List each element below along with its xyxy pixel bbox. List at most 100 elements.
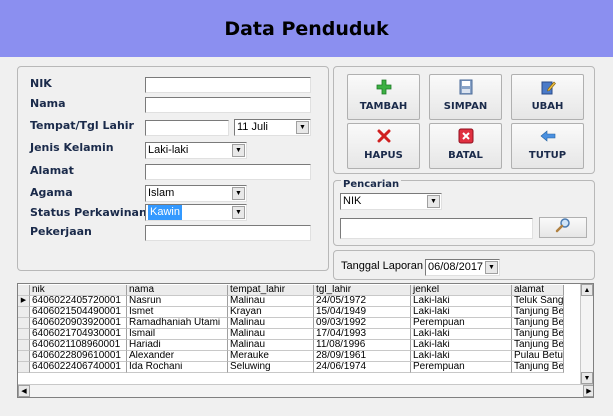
table-cell[interactable]: 15/04/1949 bbox=[314, 307, 411, 318]
table-row[interactable]: 6406021704930001 Ismail Malinau 17/04/1993 L… bbox=[18, 329, 564, 340]
alamat-input[interactable] bbox=[145, 164, 311, 180]
table-cell[interactable]: Laki-laki bbox=[411, 351, 512, 362]
table-cell[interactable]: Perempuan bbox=[411, 362, 512, 373]
jenkel-value: Laki-laki bbox=[148, 144, 189, 156]
table-cell[interactable]: Pulau Betu bbox=[512, 351, 564, 362]
table-cell[interactable]: Laki-laki bbox=[411, 329, 512, 340]
table-cell[interactable]: Laki-laki bbox=[411, 340, 512, 351]
scroll-down-icon[interactable]: ▼ bbox=[581, 372, 593, 384]
table-cell[interactable]: Malinau bbox=[228, 340, 314, 351]
column-header[interactable]: jenkel bbox=[411, 285, 512, 296]
chevron-down-icon[interactable]: ▼ bbox=[296, 121, 309, 134]
form-panel: NIK Nama Tempat/Tgl Lahir 11 Juli ▼ Jeni… bbox=[17, 66, 329, 271]
table-cell[interactable]: 28/09/1961 bbox=[314, 351, 411, 362]
tambah-button[interactable]: TAMBAH bbox=[347, 74, 420, 120]
table-cell[interactable]: 24/05/1972 bbox=[314, 296, 411, 307]
table-cell[interactable]: Perempuan bbox=[411, 318, 512, 329]
chevron-down-icon[interactable]: ▼ bbox=[485, 261, 498, 274]
row-indicator[interactable] bbox=[18, 318, 30, 329]
table-row[interactable]: 6406022809610001 Alexander Merauke 28/09/19… bbox=[18, 351, 564, 362]
table-cell[interactable]: Laki-laki bbox=[411, 296, 512, 307]
table-cell[interactable]: Ismet bbox=[127, 307, 228, 318]
table-cell[interactable]: 6406022406740001 bbox=[30, 362, 127, 373]
table-cell[interactable]: Tanjung Be bbox=[512, 329, 564, 340]
table-row[interactable]: 6406022406740001 Ida Rochani Seluwing 24/06… bbox=[18, 362, 564, 373]
table-cell[interactable]: 24/06/1974 bbox=[314, 362, 411, 373]
table-row[interactable]: 6406021108960001 Hariadi Malinau 11/08/1996… bbox=[18, 340, 564, 351]
page-title: Data Penduduk bbox=[224, 17, 389, 40]
table-row[interactable]: 6406020903920001 Ramadhaniah Utami Malinau… bbox=[18, 318, 564, 329]
nama-input[interactable] bbox=[145, 97, 311, 113]
current-row-arrow-icon[interactable]: ▶ bbox=[18, 296, 30, 307]
report-date-picker[interactable]: 06/08/2017 ▼ bbox=[425, 259, 500, 276]
hapus-button[interactable]: HAPUS bbox=[347, 123, 420, 169]
table-cell[interactable]: Alexander bbox=[127, 351, 228, 362]
column-header[interactable]: tempat_lahir bbox=[228, 285, 314, 296]
jenkel-select[interactable]: Laki-laki ▼ bbox=[145, 142, 247, 159]
table-cell[interactable]: 6406020903920001 bbox=[30, 318, 127, 329]
nik-input[interactable] bbox=[145, 77, 311, 93]
chevron-down-icon[interactable]: ▼ bbox=[427, 195, 440, 208]
tempat-lahir-input[interactable] bbox=[145, 120, 229, 136]
table-cell[interactable]: 6406022809610001 bbox=[30, 351, 127, 362]
vertical-scrollbar[interactable]: ▲ ▼ bbox=[580, 284, 593, 384]
search-button[interactable] bbox=[539, 217, 587, 238]
agama-value: Islam bbox=[148, 187, 175, 199]
table-cell[interactable]: Tanjung Be bbox=[512, 307, 564, 318]
row-indicator[interactable] bbox=[18, 340, 30, 351]
simpan-button[interactable]: SIMPAN bbox=[429, 74, 502, 120]
column-header[interactable]: nama bbox=[127, 285, 228, 296]
pekerjaan-input[interactable] bbox=[145, 225, 311, 241]
chevron-down-icon[interactable]: ▼ bbox=[232, 206, 245, 219]
column-header[interactable]: tgl_lahir bbox=[314, 285, 411, 296]
scroll-left-icon[interactable]: ◀ bbox=[18, 385, 30, 397]
table-cell[interactable]: Merauke bbox=[228, 351, 314, 362]
row-indicator[interactable] bbox=[18, 307, 30, 318]
table-cell[interactable]: 17/04/1993 bbox=[314, 329, 411, 340]
search-input[interactable] bbox=[340, 218, 533, 239]
table-cell[interactable]: 6406021108960001 bbox=[30, 340, 127, 351]
table-cell[interactable]: 09/03/1992 bbox=[314, 318, 411, 329]
table-cell[interactable]: 6406021504490001 bbox=[30, 307, 127, 318]
table-cell[interactable]: 6406021704930001 bbox=[30, 329, 127, 340]
scroll-up-icon[interactable]: ▲ bbox=[581, 284, 593, 296]
column-header[interactable]: alamat bbox=[512, 285, 564, 296]
table-cell[interactable]: Tanjung Be bbox=[512, 362, 564, 373]
table-cell[interactable]: Ismail bbox=[127, 329, 228, 340]
search-field-value: NIK bbox=[343, 195, 362, 207]
column-header[interactable]: nik bbox=[30, 285, 127, 296]
tgl-lahir-picker[interactable]: 11 Juli ▼ bbox=[234, 119, 311, 136]
table-cell[interactable]: Hariadi bbox=[127, 340, 228, 351]
table-cell[interactable]: Laki-laki bbox=[411, 307, 512, 318]
agama-select[interactable]: Islam ▼ bbox=[145, 185, 247, 202]
table-cell[interactable]: Seluwing bbox=[228, 362, 314, 373]
chevron-down-icon[interactable]: ▼ bbox=[232, 187, 245, 200]
table-row[interactable]: ▶ 6406022405720001 Nasrun Malinau 24/05/1972… bbox=[18, 296, 564, 307]
ubah-button[interactable]: UBAH bbox=[511, 74, 584, 120]
status-select[interactable]: Kawin ▼ bbox=[145, 204, 247, 221]
table-cell[interactable]: Krayan bbox=[228, 307, 314, 318]
table-cell[interactable]: Malinau bbox=[228, 318, 314, 329]
table-cell[interactable]: Tanjung Be bbox=[512, 340, 564, 351]
scroll-right-icon[interactable]: ▶ bbox=[583, 385, 593, 397]
hapus-label: HAPUS bbox=[364, 150, 403, 161]
tutup-button[interactable]: TUTUP bbox=[511, 123, 584, 169]
data-grid[interactable]: nik nama tempat_lahir tgl_lahir jenkel a… bbox=[17, 283, 594, 398]
table-cell[interactable]: Nasrun bbox=[127, 296, 228, 307]
row-indicator[interactable] bbox=[18, 362, 30, 373]
table-cell[interactable]: 11/08/1996 bbox=[314, 340, 411, 351]
table-cell[interactable]: Ida Rochani bbox=[127, 362, 228, 373]
horizontal-scrollbar[interactable]: ◀ ▶ bbox=[18, 384, 593, 397]
table-cell[interactable]: Ramadhaniah Utami bbox=[127, 318, 228, 329]
table-cell[interactable]: Malinau bbox=[228, 296, 314, 307]
batal-button[interactable]: BATAL bbox=[429, 123, 502, 169]
table-cell[interactable]: Tanjung Be bbox=[512, 318, 564, 329]
row-indicator[interactable] bbox=[18, 351, 30, 362]
table-cell[interactable]: Malinau bbox=[228, 329, 314, 340]
table-row[interactable]: 6406021504490001 Ismet Krayan 15/04/1949 Lak… bbox=[18, 307, 564, 318]
chevron-down-icon[interactable]: ▼ bbox=[232, 144, 245, 157]
row-indicator[interactable] bbox=[18, 329, 30, 340]
table-cell[interactable]: 6406022405720001 bbox=[30, 296, 127, 307]
search-field-select[interactable]: NIK ▼ bbox=[340, 193, 442, 210]
table-cell[interactable]: Teluk Sang bbox=[512, 296, 564, 307]
